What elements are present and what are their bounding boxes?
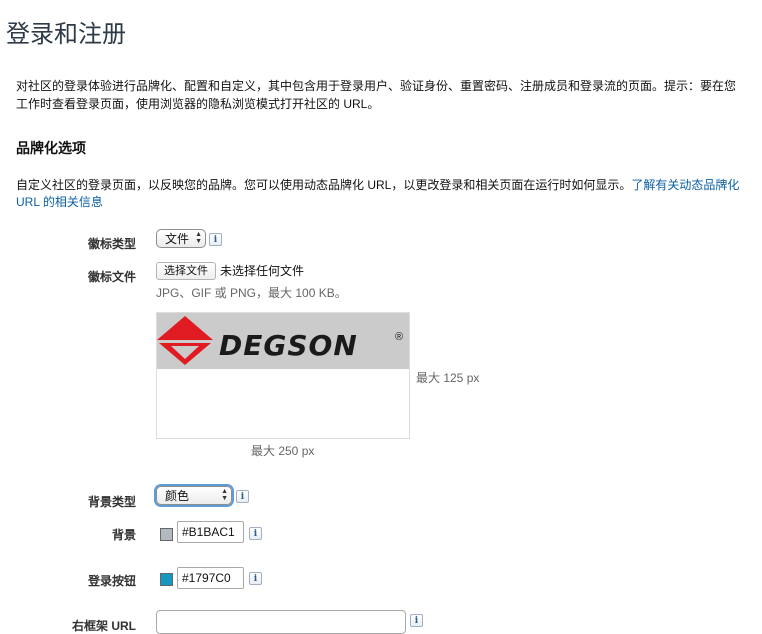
right-frame-url-label: 右框架 URL (72, 619, 136, 633)
registered-mark: ® (395, 331, 404, 343)
background-type-info-icon[interactable]: i (236, 490, 249, 503)
background-type-value: 颜色 (165, 489, 190, 503)
select-arrows-icon: ▲ ▼ (195, 231, 202, 245)
max-width-hint: 最大 250 px (251, 444, 315, 458)
background-info-icon[interactable]: i (249, 527, 262, 540)
page-title: 登录和注册 (6, 21, 126, 48)
file-hint-text: JPG、GIF 或 PNG，最大 100 KB。 (156, 286, 347, 300)
login-button-info-icon[interactable]: i (249, 572, 262, 585)
login-button-label: 登录按钮 (87, 574, 136, 588)
intro-text: 对社区的登录体验进行品牌化、配置和自定义，其中包含用于登录用户、验证身份、重置密… (16, 79, 737, 111)
file-status-text: 未选择任何文件 (220, 264, 305, 278)
background-type-label: 背景类型 (87, 495, 136, 509)
choose-file-button[interactable]: 选择文件 (156, 262, 216, 280)
branding-description: 自定义社区的登录页面，以反映您的品牌。您可以使用动态品牌化 URL，以更改登录和… (16, 177, 744, 211)
background-label: 背景 (111, 528, 136, 542)
right-frame-url-input[interactable] (156, 610, 406, 634)
max-height-hint: 最大 125 px (416, 371, 480, 385)
logo-image: DEGSON ® (157, 313, 409, 369)
logo-wordmark: DEGSON (219, 329, 358, 362)
right-frame-url-info-icon[interactable]: i (410, 614, 423, 627)
logo-file-label: 徽标文件 (87, 270, 136, 284)
background-color-swatch[interactable] (160, 528, 173, 541)
login-button-color-swatch[interactable] (160, 573, 173, 586)
logo-type-info-icon[interactable]: i (209, 233, 222, 246)
select-arrows-icon: ▲ ▼ (221, 488, 228, 502)
logo-type-select[interactable]: 文件 ▲ ▼ (156, 229, 206, 248)
logo-type-value: 文件 (165, 232, 190, 246)
login-button-color-input[interactable]: #1797C0 (177, 567, 244, 589)
logo-preview: DEGSON ® (156, 312, 410, 439)
background-color-input[interactable]: #B1BAC1 (177, 521, 244, 543)
section-title-branding: 品牌化选项 (16, 140, 86, 156)
background-type-select[interactable]: 颜色 ▲ ▼ (156, 486, 232, 505)
branding-description-text: 自定义社区的登录页面，以反映您的品牌。您可以使用动态品牌化 URL，以更改登录和… (16, 178, 632, 192)
degson-mark-icon (157, 316, 213, 365)
logo-type-label: 徽标类型 (87, 237, 136, 251)
